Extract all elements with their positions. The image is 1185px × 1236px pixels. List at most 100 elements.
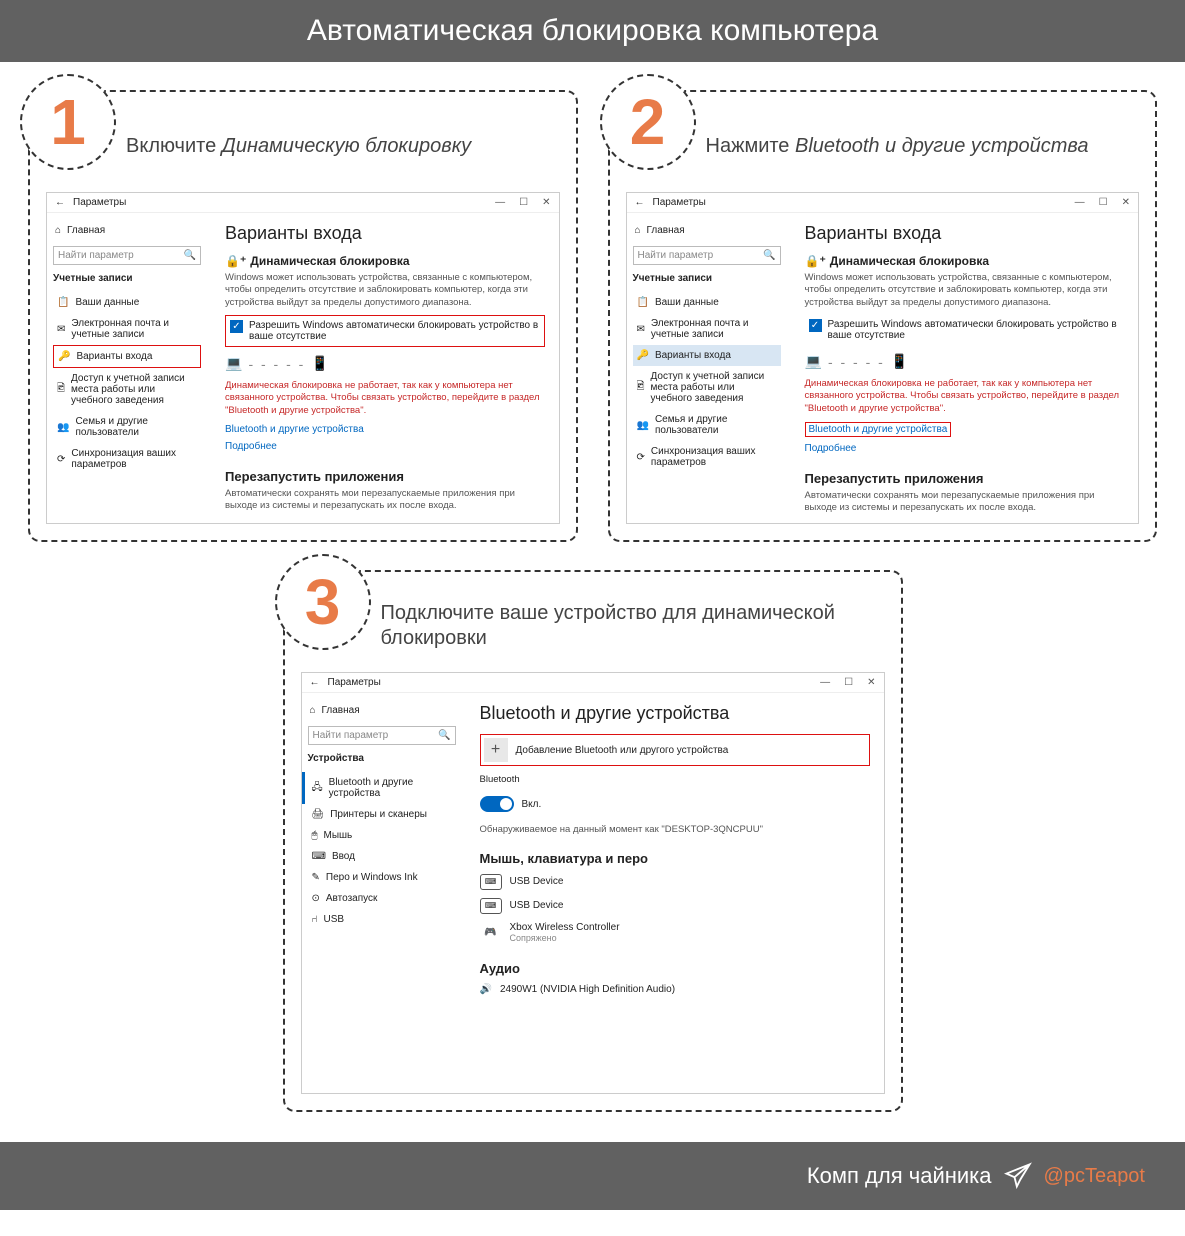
device-illustration: 💻- - - - -📱 <box>805 353 1125 370</box>
device-xbox[interactable]: 🎮 Xbox Wireless Controller Сопряжено <box>480 918 870 947</box>
laptop-icon: 💻 <box>225 355 242 372</box>
dynamic-lock-heading: 🔒⁺Динамическая блокировка <box>225 254 545 268</box>
restart-apps-desc: Автоматически сохранять мои перезапускае… <box>225 488 545 513</box>
step-3-title: Подключите ваше устройство для динамичес… <box>381 601 885 651</box>
bluetooth-devices-link[interactable]: Bluetooth и другие устройства <box>805 422 952 437</box>
dynamic-lock-heading: 🔒⁺Динамическая блокировка <box>805 254 1125 268</box>
window-title: Параметры <box>73 197 126 208</box>
dynamic-lock-warning: Динамическая блокировка не работает, так… <box>805 378 1125 415</box>
search-icon: 🔍 <box>763 250 775 261</box>
device-usb-2[interactable]: ⌨USB Device <box>480 894 870 918</box>
restart-apps-desc: Автоматически сохранять мои перезапускае… <box>805 490 1125 515</box>
home-link[interactable]: ⌂ Главная <box>308 701 456 720</box>
restart-apps-heading: Перезапустить приложения <box>805 471 1125 486</box>
dynamic-lock-desc: Windows может использовать устройства, с… <box>805 272 1125 309</box>
add-bluetooth-device-button[interactable]: + Добавление Bluetooth или другого устро… <box>480 734 870 766</box>
nav-autoplay[interactable]: ⊙ Автозапуск <box>308 888 456 909</box>
bluetooth-devices-link[interactable]: Bluetooth и другие устройства <box>225 424 364 435</box>
nav-email[interactable]: ✉ Электронная почта и учетные записи <box>53 313 201 345</box>
step-2-title: Нажмите Bluetooth и другие устройства <box>706 134 1089 159</box>
settings-window-1: ← Параметры — ☐ ✕ ⌂ Главная Найти параме… <box>46 192 560 524</box>
nav-typing[interactable]: ⌨ Ввод <box>308 846 456 867</box>
lock-icon: 🔒⁺ <box>805 254 826 268</box>
sidebar: ⌂ Главная Найти параметр🔍 Учетные записи… <box>47 213 207 523</box>
content-pane: Bluetooth и другие устройства + Добавлен… <box>462 693 884 1093</box>
page-title: Варианты входа <box>805 223 1125 244</box>
allow-dynamic-lock-checkbox[interactable]: ✓ Разрешить Windows автоматически блокир… <box>805 315 1125 345</box>
bluetooth-toggle[interactable] <box>480 796 514 812</box>
minimize-icon[interactable]: — <box>495 197 505 208</box>
back-icon[interactable]: ← <box>310 677 320 688</box>
nav-bluetooth[interactable]: 🖧 Bluetooth и другие устройства <box>308 772 456 804</box>
titlebar: ← Параметры — ☐ ✕ <box>627 193 1139 213</box>
nav-pen[interactable]: ✎ Перо и Windows Ink <box>308 867 456 888</box>
nav-printers[interactable]: 🖨 Принтеры и сканеры <box>308 804 456 825</box>
dynamic-lock-desc: Windows может использовать устройства, с… <box>225 272 545 309</box>
search-icon: 🔍 <box>438 730 450 741</box>
step-number-2: 2 <box>600 74 696 170</box>
device-audio[interactable]: 🔊2490W1 (NVIDIA High Definition Audio) <box>480 980 870 999</box>
search-input[interactable]: Найти параметр🔍 <box>53 246 201 265</box>
content-pane: Варианты входа 🔒⁺Динамическая блокировка… <box>787 213 1139 523</box>
step-1-title: Включите Динамическую блокировку <box>126 134 471 159</box>
nav-signin-options[interactable]: 🔑 Варианты входа <box>53 345 201 368</box>
learn-more-link[interactable]: Подробнее <box>225 441 277 452</box>
restart-apps-heading: Перезапустить приложения <box>225 469 545 484</box>
nav-work-access[interactable]: 🖻 Доступ к учетной записи места работы и… <box>53 368 201 411</box>
xbox-status: Сопряжено <box>510 933 620 943</box>
back-icon[interactable]: ← <box>55 197 65 208</box>
section-devices: Устройства <box>308 753 456 764</box>
phone-icon: 📱 <box>311 355 328 372</box>
nav-your-info[interactable]: 📋 Ваши данные <box>633 292 781 313</box>
nav-sync[interactable]: ⟳ Синхронизация ваших параметров <box>633 441 781 473</box>
search-input[interactable]: Найти параметр🔍 <box>308 726 456 745</box>
nav-your-info[interactable]: 📋 Ваши данные <box>53 292 201 313</box>
mouse-keyboard-pen-heading: Мышь, клавиатура и перо <box>480 851 870 866</box>
laptop-icon: 💻 <box>805 353 822 370</box>
footer: Комп для чайника @pcTeapot <box>0 1142 1185 1210</box>
close-icon[interactable]: ✕ <box>867 677 875 688</box>
back-icon[interactable]: ← <box>635 197 645 208</box>
footer-handle[interactable]: @pcTeapot <box>1044 1165 1145 1188</box>
keyboard-icon: ⌨ <box>480 898 502 914</box>
audio-heading: Аудио <box>480 961 870 976</box>
window-title: Параметры <box>328 677 381 688</box>
dynamic-lock-warning: Динамическая блокировка не работает, так… <box>225 380 545 417</box>
content-pane: Варианты входа 🔒⁺Динамическая блокировка… <box>207 213 559 523</box>
maximize-icon[interactable]: ☐ <box>1099 197 1108 208</box>
bluetooth-label: Bluetooth <box>480 774 870 786</box>
device-usb-1[interactable]: ⌨USB Device <box>480 870 870 894</box>
maximize-icon[interactable]: ☐ <box>844 677 853 688</box>
nav-work-access[interactable]: 🖻 Доступ к учетной записи места работы и… <box>633 366 781 409</box>
nav-sync[interactable]: ⟳ Синхронизация ваших параметров <box>53 443 201 475</box>
learn-more-link[interactable]: Подробнее <box>805 443 857 454</box>
minimize-icon[interactable]: — <box>1075 197 1085 208</box>
minimize-icon[interactable]: — <box>820 677 830 688</box>
page-title: Bluetooth и другие устройства <box>480 703 870 724</box>
checkbox-icon: ✓ <box>230 320 243 333</box>
nav-family[interactable]: 👥 Семья и другие пользователи <box>633 409 781 441</box>
close-icon[interactable]: ✕ <box>1122 197 1130 208</box>
nav-mouse[interactable]: 🖱 Мышь <box>308 825 456 846</box>
allow-dynamic-lock-checkbox[interactable]: ✓ Разрешить Windows автоматически блокир… <box>225 315 545 347</box>
checkbox-icon: ✓ <box>809 319 822 332</box>
nav-email[interactable]: ✉ Электронная почта и учетные записи <box>633 313 781 345</box>
sidebar: ⌂ Главная Найти параметр🔍 Учетные записи… <box>627 213 787 523</box>
phone-icon: 📱 <box>891 353 908 370</box>
settings-window-2: ← Параметры — ☐ ✕ ⌂ Главная Найти параме… <box>626 192 1140 524</box>
nav-signin-options[interactable]: 🔑 Варианты входа <box>633 345 781 366</box>
home-link[interactable]: ⌂ Главная <box>633 221 781 240</box>
search-input[interactable]: Найти параметр🔍 <box>633 246 781 265</box>
nav-usb[interactable]: ⑁ USB <box>308 909 456 930</box>
maximize-icon[interactable]: ☐ <box>519 197 528 208</box>
section-accounts: Учетные записи <box>53 273 201 284</box>
gamepad-icon: 🎮 <box>480 924 502 940</box>
nav-family[interactable]: 👥 Семья и другие пользователи <box>53 411 201 443</box>
device-illustration: 💻- - - - -📱 <box>225 355 545 372</box>
close-icon[interactable]: ✕ <box>542 197 550 208</box>
speaker-icon: 🔊 <box>480 984 492 995</box>
home-link[interactable]: ⌂ Главная <box>53 221 201 240</box>
keyboard-icon: ⌨ <box>480 874 502 890</box>
step-2: 2 Нажмите Bluetooth и другие устройства … <box>608 90 1158 542</box>
step-number-3: 3 <box>275 554 371 650</box>
